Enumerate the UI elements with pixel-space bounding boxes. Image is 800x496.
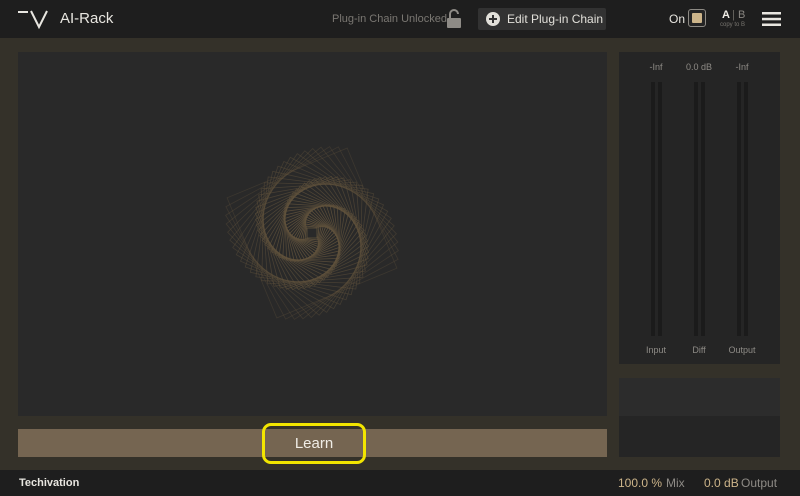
ab-b-label[interactable]: B: [738, 9, 745, 21]
spiral-visualizer: [18, 52, 607, 416]
input-meter-left: [651, 82, 655, 336]
unlocked-padlock-icon[interactable]: [446, 9, 462, 29]
lock-status-text: Plug-in Chain Unlocked: [332, 13, 447, 25]
input-meter-label: Input: [645, 345, 667, 355]
copy-to-b-link[interactable]: copy to B: [720, 22, 745, 28]
output-meter-left: [737, 82, 741, 336]
diff-meter-value: 0.0 dB: [685, 62, 713, 72]
input-meter-value: -Inf: [649, 62, 663, 72]
techivation-logo-icon: [18, 10, 48, 30]
diff-meter-left: [694, 82, 698, 336]
output-gain-value[interactable]: 0.0 dB: [704, 476, 739, 490]
learn-label: Learn: [294, 435, 334, 452]
output-meter-label: Output: [728, 345, 756, 355]
brand-name: Techivation: [19, 477, 80, 489]
output-gain-label: Output: [741, 476, 778, 490]
diff-meter-right: [701, 82, 705, 336]
power-toggle-indicator: [692, 13, 702, 23]
app-title: AI-Rack: [60, 10, 114, 27]
ab-compare-switch[interactable]: A | B copy to B: [720, 9, 754, 31]
mix-label: Mix: [666, 476, 685, 490]
output-meter-value: -Inf: [735, 62, 749, 72]
mix-value[interactable]: 100.0 %: [618, 476, 662, 490]
power-toggle[interactable]: [688, 9, 706, 27]
edit-plugin-chain-button[interactable]: Edit Plug-in Chain: [478, 8, 606, 30]
power-label: On: [669, 12, 686, 26]
diff-meter-label: Diff: [692, 345, 706, 355]
ab-a-label[interactable]: A: [722, 9, 730, 21]
top-bar: AI-Rack Plug-in Chain Unlocked Edit Plug…: [0, 0, 800, 38]
ab-separator: |: [732, 9, 735, 21]
meters-panel: -Inf 0.0 dB -Inf Input Diff Output: [619, 52, 780, 364]
side-panel: [619, 378, 780, 457]
learn-button[interactable]: Learn: [262, 423, 366, 464]
bottom-bar: Techivation 100.0 % Mix 0.0 dB Output: [0, 470, 800, 496]
spiral-pattern-graphic: [225, 146, 399, 320]
side-panel-header: [619, 378, 780, 416]
input-meter-right: [658, 82, 662, 336]
edit-plugin-chain-label: Edit Plug-in Chain: [507, 12, 604, 26]
plus-circle-icon: [486, 12, 500, 26]
output-meter-right: [744, 82, 748, 336]
hamburger-menu-icon[interactable]: [762, 11, 781, 27]
